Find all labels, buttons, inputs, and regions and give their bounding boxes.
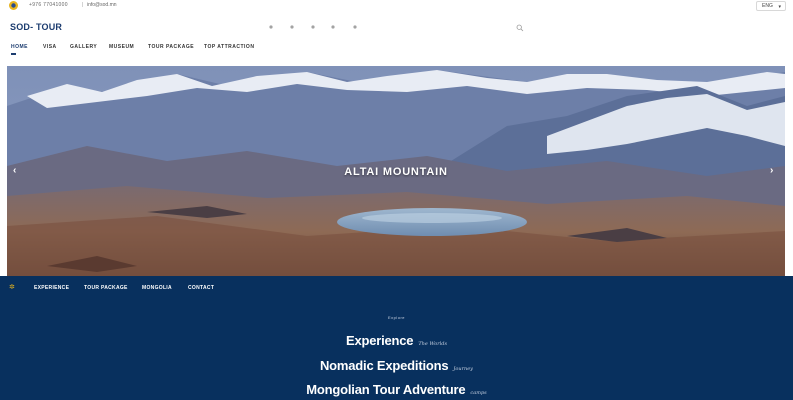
headline-1-main: Experience — [345, 333, 414, 348]
sub-nav-contact[interactable]: Contact — [188, 285, 214, 291]
nav-item-tour-package[interactable]: Tour Package — [148, 44, 194, 50]
twitter-icon[interactable] — [289, 24, 295, 30]
headline-3-main: Mongolian Tour Adventure — [306, 382, 466, 397]
section-eyebrow: Explore — [387, 315, 406, 320]
top-bar: +976 77041000 | info@sod.mn ENG ▾ — [0, 0, 793, 12]
sub-nav-mongolia[interactable]: Mongolia — [142, 285, 172, 291]
sun-logo-icon[interactable]: ✲ — [9, 283, 15, 291]
headline-3-sub: camps — [470, 390, 487, 396]
headline-3: Mongolian Tour Adventure camps — [0, 381, 793, 399]
main-nav: Home Visa Gallery Museum Tour Package To… — [0, 44, 793, 56]
hero-title: ALTAI MOUNTAIN — [344, 166, 448, 178]
headline-1-sub: The Worlds — [418, 341, 448, 347]
youtube-icon[interactable] — [330, 24, 336, 30]
email-address[interactable]: info@sod.mn — [87, 2, 117, 8]
nav-item-visa[interactable]: Visa — [43, 44, 57, 50]
prev-slide-arrow-icon[interactable]: ‹ — [13, 165, 16, 176]
headline-2: Nomadic Expeditions Journey — [0, 357, 793, 375]
navy-section: ✲ Experience Tour Package Mongolia Conta… — [0, 276, 793, 400]
language-select[interactable]: ENG ▾ — [756, 1, 786, 11]
tripadvisor-icon[interactable] — [352, 24, 358, 30]
nav-item-top-attraction[interactable]: Top Attraction — [204, 44, 254, 50]
nav-item-museum[interactable]: Museum — [109, 44, 134, 50]
headline-2-main: Nomadic Expeditions — [319, 358, 449, 373]
separator: | — [82, 2, 84, 8]
nav-item-home[interactable]: Home — [11, 44, 28, 50]
headline-1: Experience The Worlds — [0, 332, 793, 350]
nav-item-gallery[interactable]: Gallery — [70, 44, 97, 50]
hero-slider: ALTAI MOUNTAIN ‹ › — [7, 66, 785, 278]
language-value: ENG — [762, 3, 773, 9]
sub-nav-tour-package[interactable]: Tour Package — [84, 285, 128, 291]
next-slide-arrow-icon[interactable]: › — [770, 165, 773, 176]
phone-number[interactable]: +976 77041000 — [29, 2, 68, 8]
chevron-down-icon: ▾ — [778, 4, 781, 10]
page: +976 77041000 | info@sod.mn ENG ▾ SOD- T… — [0, 0, 793, 400]
page-gutter — [785, 66, 793, 276]
facebook-icon[interactable] — [268, 24, 274, 30]
active-indicator — [11, 53, 16, 55]
search-icon[interactable] — [516, 24, 524, 32]
instagram-icon[interactable] — [310, 24, 316, 30]
logo-icon[interactable] — [7, 0, 20, 11]
headline-2-sub: Journey — [453, 366, 474, 372]
sub-nav-experience[interactable]: Experience — [34, 285, 69, 291]
brand-logo[interactable]: SOD- TOUR — [10, 22, 62, 32]
